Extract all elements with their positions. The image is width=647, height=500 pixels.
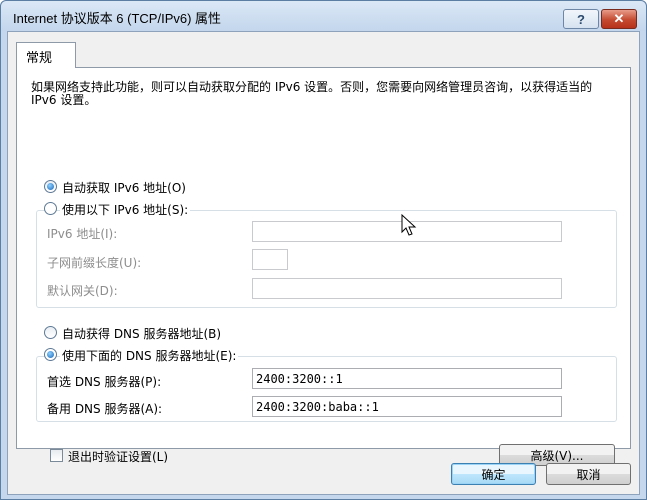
window-title: Internet 协议版本 6 (TCP/IPv6) 属性 — [13, 11, 222, 26]
ipv6-manual-label[interactable]: 使用以下 IPv6 地址(S): — [60, 201, 191, 218]
ipv6-address-label: IPv6 地址(I): — [47, 227, 118, 241]
properties-dialog: Internet 协议版本 6 (TCP/IPv6) 属性 ? ✕ 常规 如果网… — [0, 0, 647, 500]
validate-label[interactable]: 退出时验证设置(L) — [68, 448, 168, 465]
prefix-length-input[interactable] — [252, 249, 288, 270]
dns-auto-label[interactable]: 自动获得 DNS 服务器地址(B) — [62, 325, 221, 342]
cancel-button[interactable]: 取消 — [546, 463, 631, 485]
help-button[interactable]: ? — [563, 9, 599, 29]
preferred-dns-label: 首选 DNS 服务器(P): — [47, 375, 162, 389]
general-tab-panel: 如果网络支持此功能，则可以自动获取分配的 IPv6 设置。否则，您需要向网络管理… — [16, 67, 631, 466]
validate-checkbox[interactable] — [50, 449, 63, 462]
help-icon: ? — [577, 11, 585, 27]
prefix-length-label: 子网前缀长度(U): — [47, 256, 142, 270]
intro-text: 如果网络支持此功能，则可以自动获取分配的 IPv6 设置。否则，您需要向网络管理… — [31, 80, 593, 107]
default-gateway-input[interactable] — [252, 278, 562, 299]
dns-manual-label[interactable]: 使用下面的 DNS 服务器地址(E): — [60, 347, 239, 364]
close-button[interactable]: ✕ — [601, 9, 637, 29]
dns-auto-radio[interactable] — [44, 326, 57, 339]
dialog-client-area: 常规 如果网络支持此功能，则可以自动获取分配的 IPv6 设置。否则，您需要向网… — [7, 31, 640, 495]
alternate-dns-label: 备用 DNS 服务器(A): — [47, 402, 163, 416]
ipv6-auto-radio[interactable] — [44, 180, 57, 193]
ipv6-manual-radio[interactable] — [44, 202, 57, 215]
title-bar[interactable]: Internet 协议版本 6 (TCP/IPv6) 属性 ? ✕ — [1, 1, 646, 31]
preferred-dns-input[interactable]: 2400:3200::1 — [252, 368, 562, 389]
default-gateway-label: 默认网关(D): — [47, 284, 118, 298]
dns-manual-radio[interactable] — [44, 348, 57, 361]
ok-button[interactable]: 确定 — [451, 463, 536, 485]
tab-general[interactable]: 常规 — [16, 42, 76, 68]
mouse-pointer-icon — [401, 214, 417, 236]
ipv6-auto-label[interactable]: 自动获取 IPv6 地址(O) — [62, 179, 186, 196]
close-icon: ✕ — [613, 11, 625, 26]
alternate-dns-input[interactable]: 2400:3200:baba::1 — [252, 396, 562, 417]
